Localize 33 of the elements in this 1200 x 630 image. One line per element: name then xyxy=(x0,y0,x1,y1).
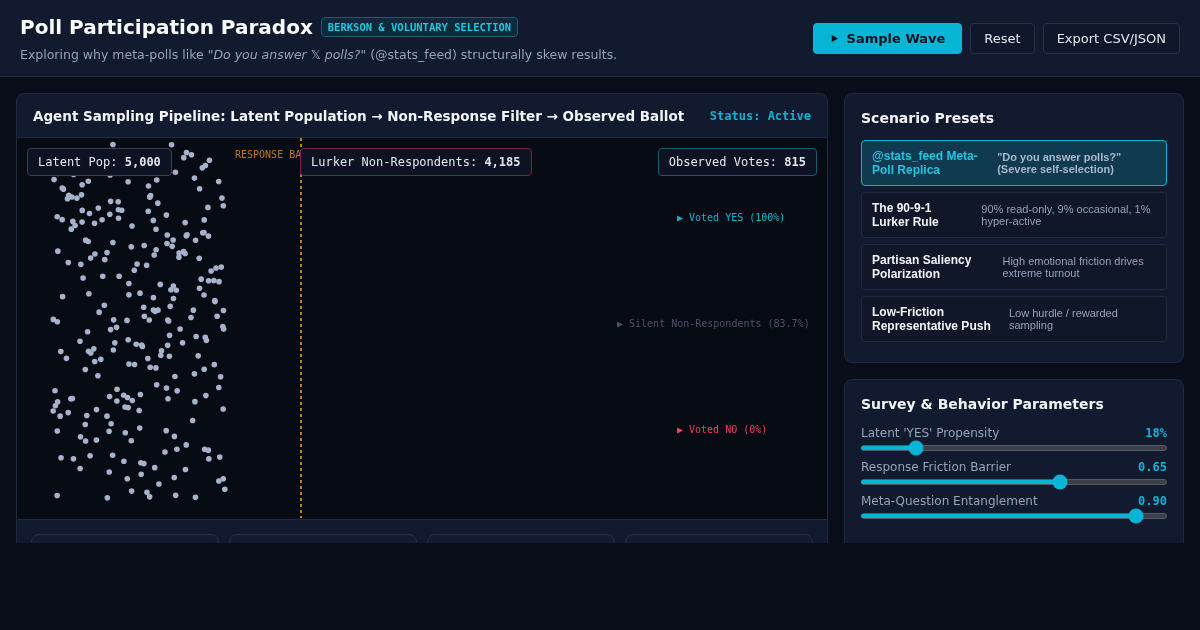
page-title: Poll Participation Paradox xyxy=(20,14,313,39)
preset-item[interactable]: Low-Friction Representative Push Low hurdle / rewarded sampling xyxy=(861,296,1167,342)
outcome-label: ▶ Silent Non-Respondents (83.7%) xyxy=(617,318,810,329)
play-icon xyxy=(829,33,839,43)
reset-button[interactable]: Reset xyxy=(970,22,1035,54)
slider-value: 0.90 xyxy=(1138,494,1167,508)
page-subtitle: Exploring why meta-polls like "Do you answer 𝕏 polls?" (@stats_feed) structurally skew results. xyxy=(20,46,618,62)
card-title: Survey & Behavior Parameters xyxy=(861,396,1105,412)
outcome-label: ▶ Voted NO (0%) xyxy=(677,424,768,435)
counter-label: Latent Pop: 5,000 xyxy=(27,148,172,176)
counter-label: Observed Votes: 815 xyxy=(657,148,817,176)
slider-value: 0.65 xyxy=(1138,460,1167,474)
preset-item[interactable]: @stats_feed Meta-Poll Replica "Do you answer polls?" (Severe self-selection) xyxy=(861,140,1167,186)
topic-badge: BERKSON & VOLUNTARY SELECTION xyxy=(320,16,519,37)
slider-label: Response Friction Barrier xyxy=(861,460,1012,474)
card-title: Scenario Presets xyxy=(861,110,995,126)
slider-track[interactable] xyxy=(861,440,1167,456)
status-label: Status: Active xyxy=(709,108,811,123)
slider-label: Meta-Question Entanglement xyxy=(861,494,1038,508)
slider-label: Latent 'YES' Propensity xyxy=(861,426,1000,440)
sample-wave-button[interactable]: Sample Wave xyxy=(812,22,963,54)
outcome-label: ▶ Voted YES (100%) xyxy=(677,212,786,223)
slider-track[interactable] xyxy=(861,474,1167,490)
panel-title: Agent Sampling Pipeline: Latent Population → Non-Response Filter → Observed Ballot xyxy=(33,107,685,124)
counter-label: Lurker Non-Respondents: 4,185 xyxy=(300,148,532,176)
slider-thumb[interactable] xyxy=(908,440,924,456)
slider-track[interactable] xyxy=(861,508,1167,524)
slider-thumb[interactable] xyxy=(1128,508,1144,524)
export-button[interactable]: Export CSV/JSON xyxy=(1042,22,1180,54)
preset-item[interactable]: Partisan Saliency Polarization High emotional friction drives extreme turnout xyxy=(861,244,1167,290)
slider-value: 18% xyxy=(1145,426,1167,440)
preset-item[interactable]: The 90-9-1 Lurker Rule 90% read-only, 9% occasional, 1% hyper-active xyxy=(861,192,1167,238)
slider-thumb[interactable] xyxy=(1052,474,1068,490)
